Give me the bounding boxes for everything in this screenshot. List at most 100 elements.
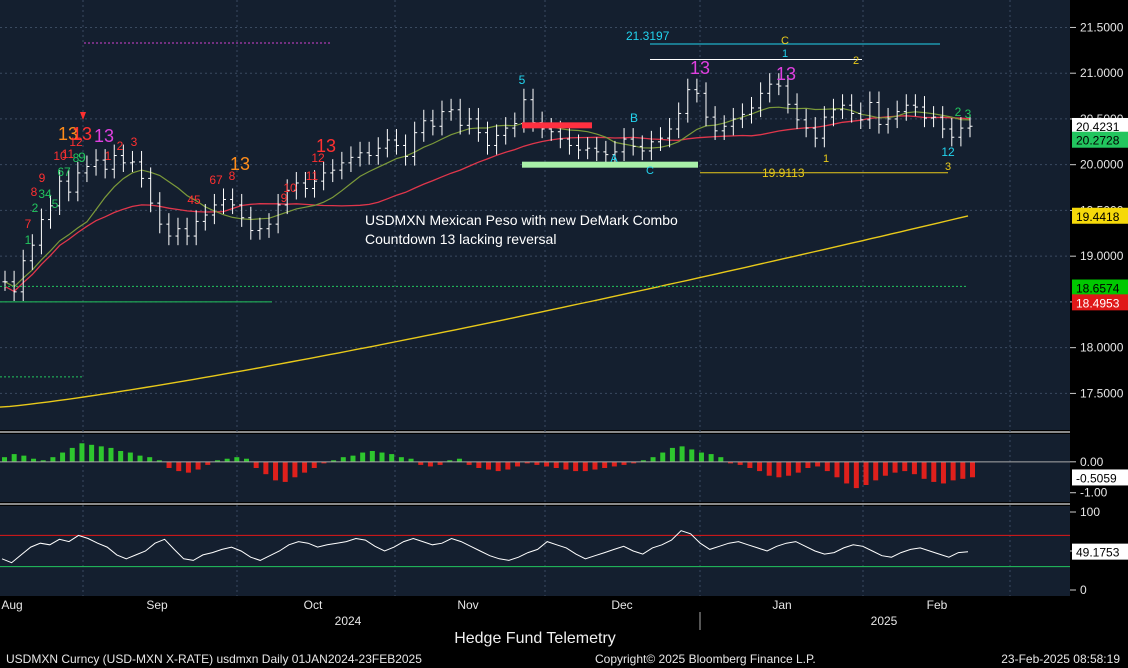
macd-tick-label: 0.00 (1080, 455, 1104, 469)
demark-marker: 3 (945, 161, 951, 173)
demark-marker: B (630, 111, 638, 125)
macd-bar (815, 461, 821, 467)
macd-bar (882, 461, 888, 476)
macd-bar (98, 446, 104, 462)
macd-bar (873, 461, 879, 481)
macd-bar (679, 446, 685, 462)
macd-bar (650, 457, 656, 462)
demark-marker: 2 (853, 55, 859, 67)
demark-marker: 1 (823, 153, 829, 165)
macd-bar (166, 461, 172, 468)
x-month-label: Feb (927, 598, 948, 612)
macd-bar (766, 461, 772, 476)
demark-marker: 2 (955, 105, 962, 119)
macd-bar (786, 461, 792, 476)
demark-marker: 34 (38, 187, 52, 201)
macd-bar (921, 461, 927, 479)
macd-bar (476, 461, 482, 468)
macd-bar (118, 451, 124, 462)
macd-bar (776, 461, 782, 478)
demark-marker: 13 (776, 64, 796, 84)
last-price-label: 20.2728 (1076, 134, 1120, 148)
rsi-tick-label: 100 (1080, 505, 1100, 519)
price-tick-label: 21.0000 (1080, 66, 1124, 80)
last-price-label: 18.4953 (1076, 296, 1120, 310)
macd-bar (660, 452, 666, 462)
macd-bar (544, 461, 550, 467)
macd-bar (950, 461, 956, 481)
macd-bar (427, 461, 433, 467)
demark-marker: 13 (72, 124, 92, 144)
demark-marker: 45 (187, 193, 201, 207)
macd-bar (834, 461, 840, 478)
macd-bar (360, 452, 366, 462)
demark-marker: 1 (105, 149, 112, 163)
demark-marker: 1 (782, 48, 788, 60)
macd-bar (805, 461, 811, 468)
x-month-label: Nov (457, 598, 478, 612)
macd-bar (50, 457, 56, 462)
macd-bar (970, 461, 975, 478)
x-year-label: 2024 (335, 614, 362, 628)
demark-marker: C (646, 165, 654, 177)
macd-bar (60, 452, 66, 462)
macd-bar (379, 452, 385, 462)
macd-bar (863, 461, 869, 485)
macd-bar (11, 454, 17, 462)
macd-bar (563, 461, 569, 470)
macd-bar (253, 461, 259, 468)
macd-bar (340, 457, 346, 462)
macd-bar (911, 461, 917, 475)
last-price-label: 19.4418 (1076, 210, 1120, 224)
hedge-fund-telemetry-caption: Hedge Fund Telemetry (454, 630, 616, 647)
macd-bar (127, 452, 133, 462)
macd-last-label: -0.5059 (1076, 471, 1117, 485)
macd-bar (350, 455, 356, 462)
demark-marker: 13 (94, 126, 114, 146)
demark-marker: 1 (25, 233, 32, 247)
price-tick-label: 19.0000 (1080, 249, 1124, 263)
macd-bar (176, 461, 182, 472)
macd-bar (302, 461, 308, 473)
macd-bar (369, 451, 375, 462)
macd-bar (486, 461, 491, 470)
macd-bar (515, 461, 521, 467)
demark-marker: A (610, 153, 618, 165)
footer-bar: USDMXN Curncy (USD-MXN X-RATE) usdmxn Da… (0, 650, 1128, 668)
macd-bar (698, 452, 704, 462)
demark-marker: 9 (78, 149, 86, 165)
demark-marker: 67 (57, 165, 71, 179)
macd-panel-bg (0, 434, 1070, 502)
chart-svg: 21.500021.000020.500020.000019.500019.00… (0, 0, 1128, 668)
macd-bar (824, 461, 830, 472)
macd-bar (79, 443, 85, 462)
macd-tick-label: -1.00 (1080, 486, 1108, 500)
macd-bar (844, 461, 850, 484)
macd-bar (263, 461, 269, 475)
demark-marker: 5 (52, 197, 59, 211)
macd-bar (602, 461, 608, 468)
x-month-label: Oct (304, 598, 323, 612)
macd-bar (195, 461, 201, 470)
price-tick-label: 18.0000 (1080, 341, 1124, 355)
macd-bar (582, 461, 588, 472)
chart-annotation-line2: Countdown 13 lacking reversal (365, 231, 556, 247)
macd-bar (282, 461, 288, 482)
x-month-label: Dec (611, 598, 632, 612)
demark-marker: 12 (941, 145, 955, 159)
macd-bar (398, 457, 404, 462)
macd-bar (234, 457, 240, 462)
macd-bar (718, 457, 724, 462)
demark-marker: 9 (39, 171, 46, 185)
macd-bar (69, 447, 75, 462)
macd-bar (505, 461, 511, 470)
demark-marker: C (781, 35, 789, 47)
last-price-label: 18.6574 (1076, 282, 1120, 296)
macd-bar (689, 449, 695, 462)
macd-bar (2, 457, 7, 462)
demark-marker: 5 (519, 73, 526, 87)
demark-marker: 10 (283, 181, 297, 195)
macd-bar (795, 461, 801, 473)
rsi-tick-label: 0 (1080, 583, 1087, 597)
x-year-label: 2025 (871, 614, 898, 628)
